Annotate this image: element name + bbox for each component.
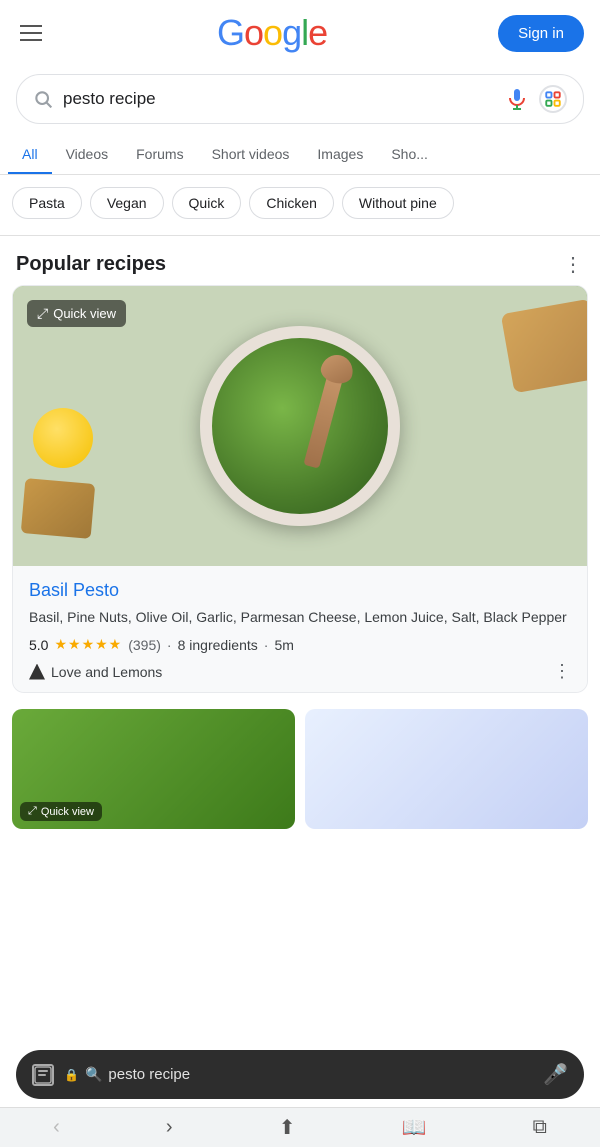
bottom-bar: 🔒 🔍 pesto recipe 🎤 <box>0 1042 600 1107</box>
menu-button[interactable] <box>16 21 46 45</box>
tab-forums[interactable]: Forums <box>122 136 197 174</box>
chip-vegan[interactable]: Vegan <box>90 187 164 219</box>
bottom-cards-row: ⤢ Quick view <box>12 709 588 829</box>
pesto-bowl <box>200 326 400 526</box>
source-info: Love and Lemons <box>29 664 162 680</box>
mic-icon[interactable] <box>505 87 529 111</box>
tabs-switcher-icon[interactable] <box>32 1064 54 1086</box>
logo-g2: g <box>282 12 301 54</box>
search-icon <box>33 89 53 109</box>
search-tabs: All Videos Forums Short videos Images Sh… <box>0 136 600 175</box>
logo-o1: o <box>244 12 263 54</box>
quick-view-badge[interactable]: ⤢ Quick view <box>27 300 126 327</box>
rating-score: 5.0 <box>29 637 48 653</box>
recipe-options-button[interactable]: ⋮ <box>553 661 571 682</box>
header: G o o g l e Sign in <box>0 0 600 66</box>
recipe-card-basil-pesto: ⤢ Quick view Basil Pesto Basil, Pine Nut… <box>12 285 588 693</box>
bottom-query: pesto recipe <box>108 1066 190 1083</box>
logo-e: e <box>308 12 327 54</box>
lemon-decoration <box>33 408 93 468</box>
recipe-meta: 5.0 ★★★★★ (395) · 8 ingredients · 5m <box>29 636 571 653</box>
recipe-source: Love and Lemons ⋮ <box>29 661 571 682</box>
chip-without-pine[interactable]: Without pine <box>342 187 454 219</box>
quick-view-label: Quick view <box>53 306 116 321</box>
google-logo: G o o g l e <box>217 12 327 54</box>
recipe-ingredients: Basil, Pine Nuts, Olive Oil, Garlic, Par… <box>29 607 571 628</box>
section-options-button[interactable]: ⋮ <box>563 252 584 277</box>
meta-dot-1: · <box>167 637 172 653</box>
search-query: pesto recipe <box>63 89 495 109</box>
small-quick-view-label-left: Quick view <box>41 806 94 818</box>
divider <box>0 235 600 236</box>
bottom-search[interactable]: 🔒 🔍 pesto recipe 🎤 <box>16 1050 584 1099</box>
section-title: Popular recipes <box>16 253 166 276</box>
logo-g1: G <box>217 12 244 54</box>
forward-button[interactable]: › <box>158 1112 181 1143</box>
tabs-button[interactable]: ⧉ <box>525 1112 555 1143</box>
share-button[interactable]: ⬆ <box>271 1111 304 1144</box>
back-button[interactable]: ‹ <box>45 1112 68 1143</box>
tab-short-videos[interactable]: Short videos <box>198 136 304 174</box>
tab-all[interactable]: All <box>8 136 52 174</box>
recipe-info: Basil Pesto Basil, Pine Nuts, Olive Oil,… <box>13 566 587 692</box>
source-icon <box>29 664 45 680</box>
tab-videos[interactable]: Videos <box>52 136 123 174</box>
small-quick-view-left[interactable]: ⤢ Quick view <box>20 802 102 821</box>
filter-chips: Pasta Vegan Quick Chicken Without pine <box>0 175 600 231</box>
cook-time: 5m <box>274 637 293 653</box>
recipe-image: ⤢ Quick view <box>13 286 587 566</box>
small-expand-icon-left: ⤢ <box>28 805 37 818</box>
recipe-title[interactable]: Basil Pesto <box>29 580 571 601</box>
bread-decoration-top <box>501 299 587 393</box>
lock-icon: 🔒 <box>64 1068 79 1082</box>
chip-pasta[interactable]: Pasta <box>12 187 82 219</box>
ingredient-count: 8 ingredients <box>178 637 258 653</box>
sign-in-button[interactable]: Sign in <box>498 15 584 52</box>
logo-l: l <box>301 12 308 54</box>
bread-decoration-bottom <box>21 478 96 539</box>
lens-icon[interactable] <box>539 85 567 113</box>
small-card-right[interactable] <box>305 709 588 829</box>
chip-chicken[interactable]: Chicken <box>249 187 334 219</box>
search-bar-container: pesto recipe <box>0 66 600 136</box>
bookmarks-button[interactable]: 📖 <box>394 1111 435 1144</box>
search-bar[interactable]: pesto recipe <box>16 74 584 124</box>
rating-stars: ★★★★★ <box>54 636 122 653</box>
bottom-search-text[interactable]: 🔒 🔍 pesto recipe <box>64 1066 533 1083</box>
logo-o2: o <box>263 12 282 54</box>
chip-quick[interactable]: Quick <box>172 187 242 219</box>
mic-button[interactable]: 🎤 <box>543 1062 568 1087</box>
review-count: (395) <box>128 637 161 653</box>
tab-shopping[interactable]: Sho... <box>377 136 442 174</box>
search-icon-small: 🔍 <box>85 1066 102 1083</box>
expand-icon: ⤢ <box>37 305 48 322</box>
section-header: Popular recipes ⋮ <box>0 240 600 285</box>
pesto-background <box>13 286 587 566</box>
meta-dot-2: · <box>264 637 269 653</box>
source-label: Love and Lemons <box>51 664 162 680</box>
tab-images[interactable]: Images <box>303 136 377 174</box>
small-card-left[interactable]: ⤢ Quick view <box>12 709 295 829</box>
browser-nav: ‹ › ⬆ 📖 ⧉ <box>0 1107 600 1147</box>
